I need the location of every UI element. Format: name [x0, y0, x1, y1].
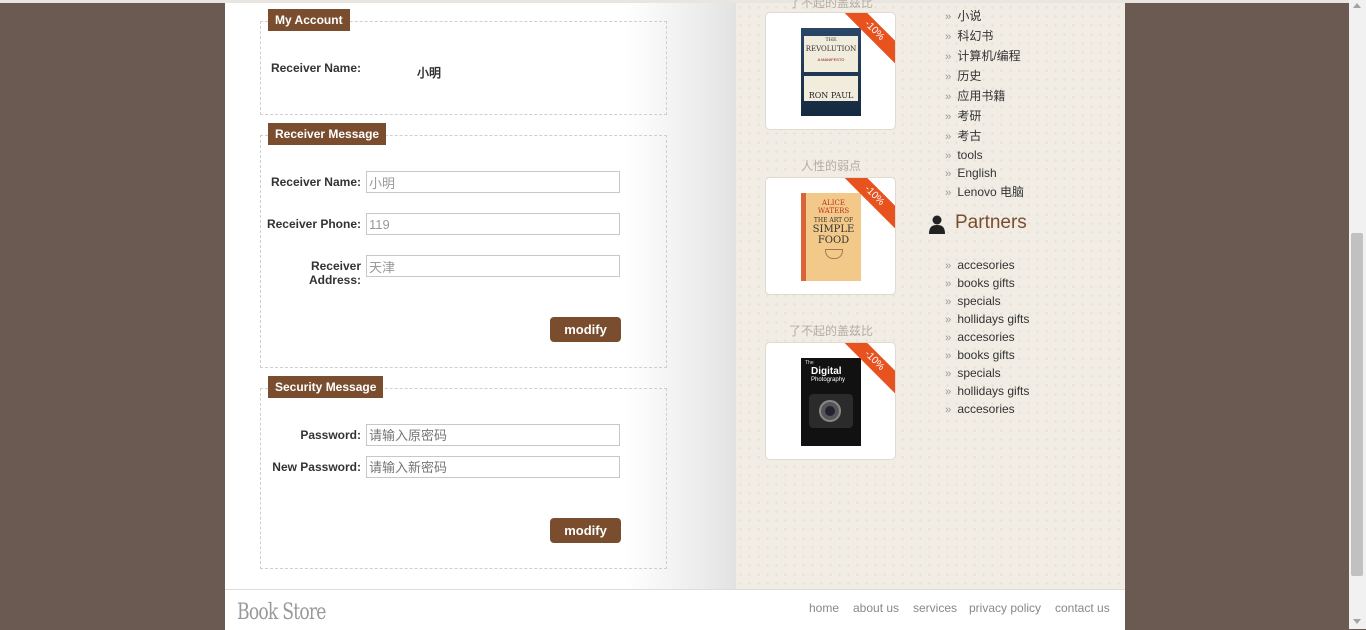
- partners-title: Partners: [955, 212, 1027, 233]
- category-item[interactable]: ›› 应用书籍: [945, 87, 1005, 105]
- receiver-name-label: Receiver Name:: [270, 61, 361, 75]
- footer-link-home[interactable]: home: [809, 601, 839, 615]
- category-item[interactable]: ›› 考古: [945, 127, 981, 145]
- my-account-legend: My Account: [268, 9, 350, 31]
- security-modify-button[interactable]: modify: [550, 518, 621, 543]
- my-account-section: My Account Receiver Name: 小明: [260, 9, 667, 115]
- double-chevron-icon: ››: [945, 278, 951, 290]
- receiver-message-section: Receiver Message Receiver Name: Receiver…: [260, 123, 667, 368]
- category-item[interactable]: ›› tools: [945, 146, 983, 164]
- new-password-label: New Password:: [272, 460, 361, 474]
- partner-item[interactable]: ›› books gifts: [945, 346, 1015, 364]
- receiver-address-input[interactable]: [366, 255, 620, 277]
- double-chevron-icon: ››: [945, 91, 951, 103]
- double-chevron-icon: ››: [945, 71, 951, 83]
- page-container: My Account Receiver Name: 小明 Receiver Me…: [225, 0, 1125, 630]
- simple-food-cover-icon: ALICE WATERS THE ART OF SIMPLE FOOD: [801, 193, 861, 281]
- footer-link-privacy[interactable]: privacy policy: [969, 601, 1041, 615]
- double-chevron-icon: ››: [945, 111, 951, 123]
- book-title[interactable]: 人性的弱点: [765, 157, 897, 174]
- scrollbar[interactable]: [1349, 0, 1366, 629]
- scroll-up-arrow-icon[interactable]: [1353, 3, 1361, 8]
- category-item[interactable]: ›› 考研: [945, 107, 981, 125]
- category-item[interactable]: ›› 科幻书: [945, 27, 993, 45]
- book-card[interactable]: The Digital Photography -10%: [765, 342, 896, 460]
- scroll-down-arrow-icon[interactable]: [1353, 619, 1361, 624]
- receiver-name-field-label: Receiver Name:: [270, 175, 361, 189]
- category-item[interactable]: ›› English: [945, 164, 997, 182]
- category-item[interactable]: ›› 计算机/编程: [945, 47, 1021, 65]
- double-chevron-icon: ››: [945, 350, 951, 362]
- partner-item[interactable]: ›› hollidays gifts: [945, 382, 1029, 400]
- partner-item[interactable]: ›› specials: [945, 292, 1001, 310]
- sidebar: 了不起的盖兹比 THE REVOLUTION A MANIFESTO RON P…: [736, 0, 1125, 589]
- security-message-legend: Security Message: [268, 376, 384, 398]
- receiver-phone-input[interactable]: [366, 213, 620, 235]
- double-chevron-icon: ››: [945, 150, 951, 162]
- double-chevron-icon: ››: [945, 11, 951, 23]
- receiver-name-value: 小明: [417, 66, 442, 80]
- partner-item[interactable]: ›› hollidays gifts: [945, 310, 1029, 328]
- receiver-message-legend: Receiver Message: [268, 123, 387, 145]
- password-label: Password:: [300, 428, 361, 442]
- scroll-thumb[interactable]: [1351, 233, 1363, 576]
- footer-logo[interactable]: Book Store: [237, 600, 326, 625]
- double-chevron-icon: ››: [945, 314, 951, 326]
- double-chevron-icon: ››: [945, 31, 951, 43]
- category-item[interactable]: ›› 历史: [945, 67, 981, 85]
- book-title[interactable]: 了不起的盖兹比: [765, 322, 897, 339]
- receiver-address-label: Receiver Address:: [308, 259, 361, 287]
- double-chevron-icon: ››: [945, 404, 951, 416]
- receiver-name-input[interactable]: [366, 171, 620, 193]
- category-item[interactable]: ›› Lenovo 电脑: [945, 183, 1024, 201]
- double-chevron-icon: ››: [945, 51, 951, 63]
- book-card[interactable]: THE REVOLUTION A MANIFESTO RON PAUL -10%: [765, 12, 896, 130]
- book-title[interactable]: 了不起的盖兹比: [765, 0, 897, 11]
- main-content: My Account Receiver Name: 小明 Receiver Me…: [225, 3, 736, 589]
- double-chevron-icon: ››: [945, 168, 951, 180]
- partner-item[interactable]: ›› specials: [945, 364, 1001, 382]
- double-chevron-icon: ››: [945, 187, 951, 199]
- partner-item[interactable]: ›› accesories: [945, 400, 1015, 418]
- digital-photography-cover-icon: The Digital Photography: [801, 358, 861, 446]
- book-card[interactable]: ALICE WATERS THE ART OF SIMPLE FOOD -10%: [765, 177, 896, 295]
- footer-link-services[interactable]: services: [913, 601, 957, 615]
- the-revolution-cover-icon: THE REVOLUTION A MANIFESTO RON PAUL: [801, 28, 861, 116]
- partner-item[interactable]: ›› books gifts: [945, 274, 1015, 292]
- footer: Book Store home about us services privac…: [225, 589, 1125, 630]
- person-icon: [929, 215, 945, 234]
- new-password-input[interactable]: [366, 456, 620, 478]
- receiver-phone-label: Receiver Phone:: [266, 217, 361, 231]
- double-chevron-icon: ››: [945, 368, 951, 380]
- footer-link-contact[interactable]: contact us: [1055, 601, 1110, 615]
- double-chevron-icon: ››: [945, 131, 951, 143]
- double-chevron-icon: ››: [945, 332, 951, 344]
- password-input[interactable]: [366, 424, 620, 446]
- category-item[interactable]: ›› 小说: [945, 7, 981, 25]
- partner-item[interactable]: ›› accesories: [945, 256, 1015, 274]
- receiver-modify-button[interactable]: modify: [550, 317, 621, 342]
- double-chevron-icon: ››: [945, 296, 951, 308]
- double-chevron-icon: ››: [945, 260, 951, 272]
- security-message-section: Security Message Password: New Password:…: [260, 376, 667, 569]
- footer-link-about[interactable]: about us: [853, 601, 899, 615]
- double-chevron-icon: ››: [945, 386, 951, 398]
- partner-item[interactable]: ›› accesories: [945, 328, 1015, 346]
